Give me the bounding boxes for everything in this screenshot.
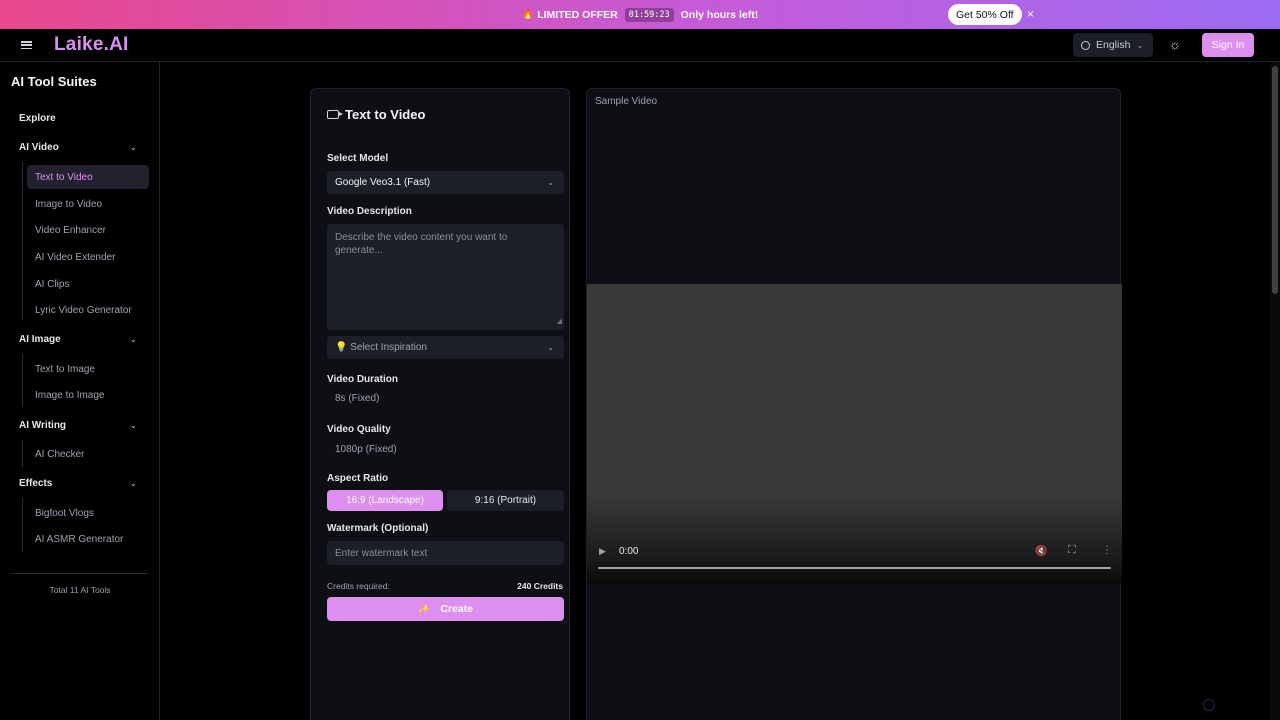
aspect-portrait-button[interactable]: 9:16 (Portrait) <box>447 490 564 511</box>
tree-line <box>22 440 23 467</box>
text-to-video-panel: Text to Video Select Model Google Veo3.1… <box>310 88 570 720</box>
mute-icon[interactable]: 🔇 <box>1035 546 1047 557</box>
model-label: Select Model <box>327 153 389 164</box>
sidebar-section-effects[interactable]: Effects <box>19 478 52 489</box>
divider <box>11 573 148 574</box>
more-options-icon[interactable]: ⋮ <box>1102 545 1112 556</box>
quality-value: 1080p (Fixed) <box>335 444 397 455</box>
sidebar: AI Tool Suites Explore AI Video ⌄ Text t… <box>0 62 160 720</box>
sidebar-item-text-to-image[interactable]: Text to Image <box>35 364 95 375</box>
panel-title-text: Text to Video <box>345 107 426 122</box>
sidebar-item-lyric-video-generator[interactable]: Lyric Video Generator <box>35 305 132 316</box>
language-label: English <box>1096 39 1131 51</box>
chevron-down-icon[interactable]: ⌄ <box>130 421 137 430</box>
watermark-placeholder: Enter watermark text <box>335 547 428 559</box>
model-select[interactable]: Google Veo3.1 (Fast) ⌄ <box>327 171 564 194</box>
chevron-down-icon[interactable]: ⌄ <box>130 143 137 152</box>
promo-message: Only hours left! <box>680 8 759 21</box>
inspiration-select[interactable]: 💡 Select Inspiration ⌄ <box>327 336 564 359</box>
chevron-down-icon[interactable]: ⌄ <box>130 335 137 344</box>
chevron-down-icon: ⌄ <box>547 343 554 352</box>
promo-timer: 01:59:23 <box>624 7 674 22</box>
sidebar-section-ai-writing[interactable]: AI Writing <box>19 420 66 431</box>
sidebar-section-ai-video[interactable]: AI Video <box>19 142 59 153</box>
aspect-landscape-button[interactable]: 16:9 (Landscape) <box>327 490 443 511</box>
chevron-down-icon: ⌄ <box>1136 40 1144 50</box>
credits-value: 240 Credits <box>517 581 563 591</box>
quality-label: Video Quality <box>327 424 391 435</box>
watermark-input[interactable]: Enter watermark text <box>327 541 564 565</box>
tree-line <box>22 354 23 407</box>
sidebar-title: AI Tool Suites <box>11 74 97 89</box>
video-player[interactable]: ▶ 0:00 🔇 ⛶ ⋮ <box>587 284 1122 584</box>
sidebar-item-ai-asmr-generator[interactable]: AI ASMR Generator <box>35 534 123 545</box>
watermark-label: Watermark (Optional) <box>327 523 429 534</box>
fullscreen-icon[interactable]: ⛶ <box>1068 544 1076 557</box>
fire-icon: 🔥 <box>521 9 535 20</box>
sidebar-section-ai-image[interactable]: AI Image <box>19 334 61 345</box>
menu-icon[interactable] <box>20 39 33 51</box>
sign-in-button[interactable]: Sign In <box>1202 33 1254 57</box>
chevron-down-icon: ⌄ <box>547 178 554 187</box>
inspiration-label: 💡 Select Inspiration <box>335 342 427 353</box>
duration-label: Video Duration <box>327 374 398 385</box>
play-icon[interactable]: ▶ <box>599 546 606 557</box>
duration-value: 8s (Fixed) <box>335 393 380 404</box>
magic-wand-icon: ✨ <box>417 603 431 615</box>
promo-banner: 🔥 LIMITED OFFER 01:59:23 Only hours left… <box>0 0 1280 29</box>
sidebar-item-ai-checker[interactable]: AI Checker <box>35 449 84 460</box>
video-progress-bar[interactable] <box>598 567 1111 569</box>
model-value: Google Veo3.1 (Fast) <box>335 177 431 188</box>
promo-label: LIMITED OFFER <box>537 8 618 21</box>
tree-line <box>22 162 23 320</box>
chevron-down-icon[interactable]: ⌄ <box>130 479 137 488</box>
sidebar-item-video-enhancer[interactable]: Video Enhancer <box>35 225 106 236</box>
logo[interactable]: Laike.AI <box>54 34 128 56</box>
total-tools: Total 11 AI Tools <box>49 585 111 595</box>
panel-title: Text to Video <box>327 107 425 122</box>
tree-line <box>22 498 23 552</box>
sidebar-item-bigfoot-vlogs[interactable]: Bigfoot Vlogs <box>35 508 94 519</box>
sample-video-panel: Sample Video ▶ 0:00 🔇 ⛶ ⋮ <box>586 88 1122 720</box>
create-label: Create <box>440 603 474 615</box>
language-select[interactable]: English ⌄ <box>1073 33 1153 57</box>
get-offer-button[interactable]: Get 50% Off <box>948 4 1022 25</box>
top-header: Laike.AI English ⌄ ☼ Sign In <box>0 29 1280 62</box>
sidebar-item-text-to-video[interactable]: Text to Video <box>35 172 93 183</box>
sidebar-item-ai-clips[interactable]: AI Clips <box>35 279 69 290</box>
resize-handle-icon[interactable]: ◢ <box>557 315 562 328</box>
credits-label: Credits required: <box>327 581 390 591</box>
description-label: Video Description <box>327 206 412 217</box>
aspect-ratio-label: Aspect Ratio <box>327 473 389 484</box>
close-icon[interactable]: × <box>1027 7 1034 21</box>
globe-icon <box>1081 40 1090 50</box>
description-textarea[interactable]: Describe the video content you want to g… <box>327 224 564 330</box>
description-placeholder: Describe the video content you want to g… <box>335 232 508 256</box>
corner-watermark <box>1203 699 1220 711</box>
sidebar-item-ai-video-extender[interactable]: AI Video Extender <box>35 252 115 263</box>
sidebar-item-explore[interactable]: Explore <box>19 113 56 124</box>
sidebar-item-image-to-video[interactable]: Image to Video <box>35 199 102 210</box>
sidebar-item-image-to-image[interactable]: Image to Image <box>35 390 104 401</box>
scrollbar-thumb[interactable] <box>1272 66 1278 294</box>
video-camera-icon <box>327 110 343 119</box>
video-time: 0:00 <box>619 546 639 557</box>
watermark-logo-icon <box>1203 699 1215 711</box>
theme-toggle-icon[interactable]: ☼ <box>1168 38 1182 52</box>
sample-video-title: Sample Video <box>595 96 658 107</box>
create-button[interactable]: ✨ Create <box>327 597 564 621</box>
